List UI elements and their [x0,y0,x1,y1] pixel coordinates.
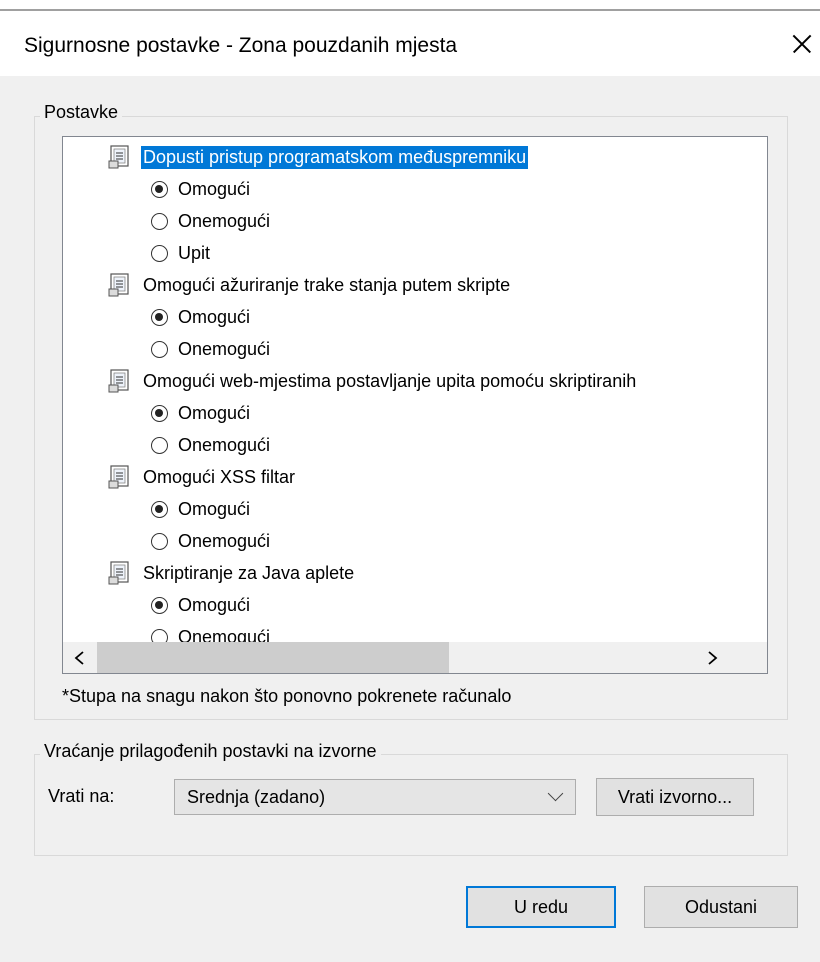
script-settings-icon [107,560,133,586]
window-top-edge [0,0,820,12]
radio-unselected-icon[interactable] [151,212,168,230]
radio-selected-icon[interactable] [151,180,168,198]
title-bar: Sigurnosne postavke - Zona pouzdanih mje… [0,12,820,76]
setting-option-label: Onemogući [178,434,271,455]
setting-option[interactable]: Onemogući [151,525,270,557]
setting-option-label: Omogući [178,402,251,423]
radio-unselected-icon[interactable] [151,244,168,262]
setting-option-label: Omogući [178,498,251,519]
setting-header-label: Omogući XSS filtar [143,466,296,487]
horizontal-scroll-thumb[interactable] [97,642,449,673]
radio-selected-icon[interactable] [151,596,168,614]
setting-header[interactable]: Skriptiranje za Java aplete [107,557,356,589]
scroll-left-arrow[interactable] [69,651,89,668]
setting-option[interactable]: Onemogući [151,205,270,237]
radio-unselected-icon[interactable] [151,340,168,358]
setting-header[interactable]: Omogući XSS filtar [107,461,297,493]
radio-unselected-icon[interactable] [151,436,168,454]
setting-option[interactable]: Upit [151,237,210,269]
radio-unselected-icon[interactable] [151,532,168,550]
radio-selected-icon[interactable] [151,500,168,518]
restart-note: *Stupa na snagu nakon što ponovno pokren… [62,686,512,706]
setting-option-label: Onemogući [178,338,271,359]
script-settings-icon [107,368,133,394]
setting-header-label: Omogući ažuriranje trake stanja putem sk… [143,274,511,295]
setting-option[interactable]: Omogući [151,397,250,429]
setting-option-label: Omogući [178,306,251,327]
close-icon[interactable] [786,28,818,60]
script-settings-icon [107,464,133,490]
setting-option[interactable]: Omogući [151,301,250,333]
security-level-select[interactable]: Srednja (zadano) [174,779,576,815]
settings-list[interactable]: Dopusti pristup programatskom međuspremn… [62,136,768,674]
setting-header[interactable]: Omogući ažuriranje trake stanja putem sk… [107,269,512,301]
setting-option-label: Omogući [178,178,251,199]
ok-button[interactable]: U redu [466,886,616,928]
setting-option-label: Onemogući [178,530,271,551]
setting-option[interactable]: Onemogući [151,429,270,461]
setting-option[interactable]: Omogući [151,589,250,621]
setting-option-label: Onemogući [178,210,271,231]
script-settings-icon [107,272,133,298]
script-settings-icon [107,144,133,170]
setting-option-label: Upit [178,242,211,263]
settings-group-legend: Postavke [40,102,123,123]
setting-header[interactable]: Dopusti pristup programatskom međuspremn… [107,141,529,173]
reset-to-label: Vrati na: [48,786,115,806]
setting-option[interactable]: Onemogući [151,333,270,365]
reset-group-legend: Vraćanje prilagođenih postavki na izvorn… [40,741,381,762]
security-level-value: Srednja (zadano) [187,786,326,807]
setting-option-label: Omogući [178,594,251,615]
chevron-down-icon [547,785,564,802]
setting-option[interactable]: Omogući [151,493,250,525]
reset-button[interactable]: Vrati izvorno... [596,778,754,816]
horizontal-scrollbar[interactable] [63,642,767,673]
cancel-button[interactable]: Odustani [644,886,798,928]
radio-selected-icon[interactable] [151,404,168,422]
setting-header-label: Dopusti pristup programatskom međuspremn… [141,145,529,169]
setting-header-label: Skriptiranje za Java aplete [143,562,355,583]
setting-header[interactable]: Omogući web-mjestima postavljanje upita … [107,365,638,397]
setting-header-label: Omogući web-mjestima postavljanje upita … [143,370,637,391]
scroll-right-arrow[interactable] [703,651,723,668]
radio-selected-icon[interactable] [151,308,168,326]
setting-option[interactable]: Omogući [151,173,250,205]
dialog-title: Sigurnosne postavke - Zona pouzdanih mje… [24,34,458,57]
